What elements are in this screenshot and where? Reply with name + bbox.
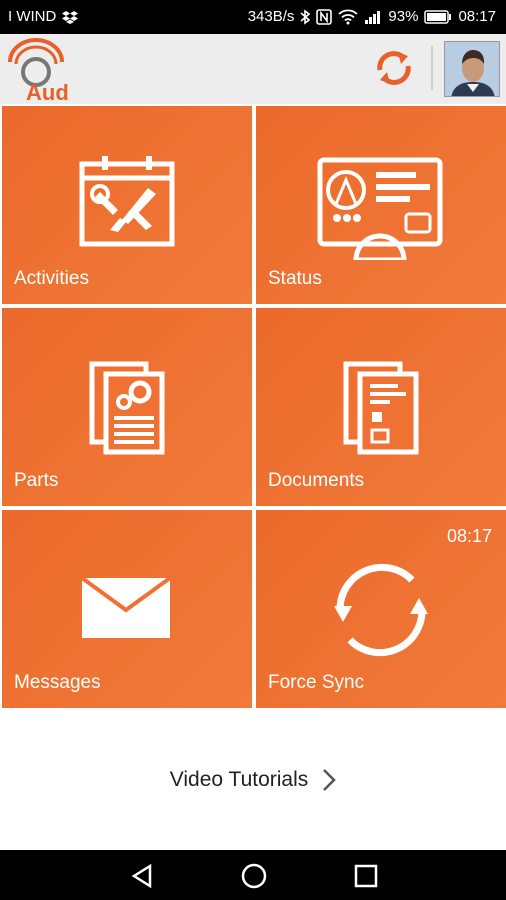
signal-icon (364, 9, 382, 25)
clock: 08:17 (458, 8, 496, 25)
tile-label: Activities (14, 268, 89, 289)
chevron-right-icon (322, 768, 337, 792)
appbar-divider (431, 46, 433, 90)
network-speed: 343B/s (247, 8, 295, 25)
home-icon (241, 863, 267, 889)
tile-messages[interactable]: Messages (2, 510, 252, 708)
nfc-icon (316, 8, 333, 25)
video-tutorials-label: Video Tutorials (169, 768, 309, 791)
bluetooth-icon (300, 8, 311, 25)
battery-icon (424, 9, 452, 24)
battery-percent: 93% (388, 8, 419, 25)
back-icon (131, 863, 152, 889)
parts-documents-icon (89, 361, 165, 455)
home-button[interactable] (240, 862, 268, 890)
avatar[interactable] (444, 41, 500, 97)
tile-status[interactable]: Status (256, 106, 506, 304)
tile-label: Messages (14, 672, 101, 693)
recents-icon (354, 864, 378, 888)
status-bar: I WIND 343B/s 93% 08:17 (0, 0, 506, 34)
tile-force-sync[interactable]: 08:17 Force Sync (256, 510, 506, 708)
sync-button[interactable] (372, 46, 416, 90)
envelope-icon (80, 576, 172, 638)
wifi-icon (338, 9, 359, 25)
tile-label: Documents (268, 470, 365, 491)
app-logo: Aud (4, 36, 74, 105)
video-tutorials-link[interactable]: Video Tutorials (0, 760, 506, 800)
documents-icon (343, 361, 419, 455)
logo-text: Aud (26, 80, 69, 102)
tile-label: Parts (14, 470, 59, 491)
tile-parts[interactable]: Parts (2, 308, 252, 506)
app-bar: Aud (0, 34, 506, 105)
carrier-name: I WIND (8, 8, 57, 25)
recents-button[interactable] (352, 862, 380, 890)
tile-activities[interactable]: Activities (2, 106, 252, 304)
system-nav-bar (0, 850, 506, 900)
tile-label: Status (268, 268, 322, 289)
back-button[interactable] (128, 862, 156, 890)
last-sync-time: 08:17 (446, 526, 492, 546)
sync-icon (334, 563, 428, 657)
dropbox-icon (62, 10, 79, 24)
dashboard-icon (317, 157, 443, 260)
tile-documents[interactable]: Documents (256, 308, 506, 506)
sync-icon (377, 51, 411, 85)
tile-label: Force Sync (268, 672, 365, 693)
tools-calendar-icon (79, 156, 175, 247)
